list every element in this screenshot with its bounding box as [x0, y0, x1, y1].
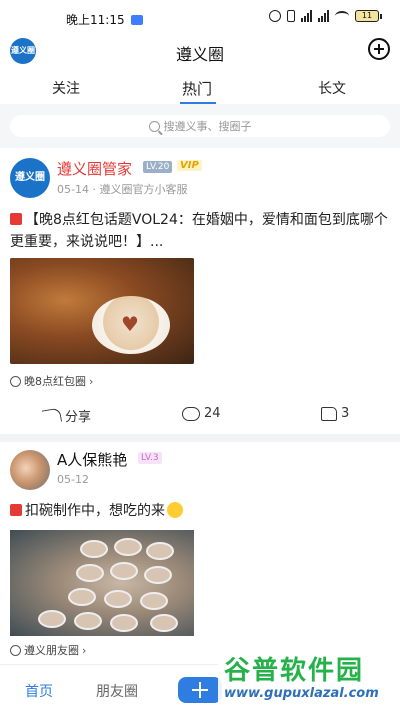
post-text: 【晚8点红包话题VOL24：在婚姻中，爱情和面包到底哪个更重要，来说说吧！】..…: [10, 212, 388, 250]
tab-hot[interactable]: 热门: [182, 78, 212, 99]
search-area: 搜遵义事、搜圈子: [0, 104, 400, 148]
smile-emoji-icon: [167, 502, 183, 518]
search-icon: [148, 120, 160, 132]
avatar[interactable]: [10, 450, 50, 490]
post-content[interactable]: 【晚8点红包话题VOL24：在婚姻中，爱情和面包到底哪个更重要，来说说吧！】..…: [10, 209, 394, 253]
post-content[interactable]: 扣碗制作中，想吃的来: [10, 500, 183, 520]
share-button[interactable]: 分享: [41, 406, 92, 425]
bowl: [110, 562, 138, 580]
signal-icon-2: [318, 10, 329, 22]
chevron-right-icon: ›: [82, 643, 87, 657]
signal-icon: [301, 10, 312, 22]
status-bar: 晚上11:15 11: [0, 0, 400, 36]
share-icon: [41, 407, 63, 424]
share-label: 分享: [65, 410, 92, 425]
circle-tag[interactable]: 晚8点红包圈 ›: [10, 373, 93, 389]
bowl: [144, 566, 172, 584]
circle-tag-label: 晚8点红包圈: [24, 375, 86, 388]
bowl: [38, 610, 66, 628]
bowl: [110, 614, 138, 632]
battery-icon: 11: [355, 10, 382, 22]
like-button[interactable]: 3: [321, 406, 349, 421]
post-image[interactable]: ♥: [10, 258, 194, 364]
publish-button[interactable]: [178, 677, 222, 703]
status-time: 晚上11:15: [66, 13, 125, 27]
watermark-url: www.gupuxlazal.com: [224, 686, 379, 701]
feed-tabs: 关注 热门 长文: [0, 72, 400, 104]
nav-home[interactable]: 首页: [25, 681, 53, 701]
alarm-icon: [269, 10, 281, 22]
nav-friends[interactable]: 朋友圈: [96, 681, 138, 701]
circle-icon: [10, 375, 21, 387]
bowl: [146, 542, 174, 560]
post-text: 扣碗制作中，想吃的来: [25, 503, 165, 519]
status-left: 晚上11:15: [66, 11, 143, 28]
post-card[interactable]: 遵义圈 遵义圈管家 LV.20 VIP 05-14 · 遵义圈官方小客服 【晚8…: [0, 150, 400, 434]
bowl: [80, 540, 108, 558]
post-card[interactable]: A人保熊艳 LV.3 05-12 扣碗制作中，想吃的来 遵义朋友圈 ›: [0, 442, 400, 664]
battery-level: 11: [355, 10, 379, 22]
comment-count: 24: [204, 406, 221, 421]
tab-long[interactable]: 长文: [318, 78, 346, 98]
status-right: 11: [269, 10, 382, 22]
post-image[interactable]: [10, 530, 194, 636]
author-name[interactable]: 遵义圈管家: [57, 158, 132, 179]
circle-tag-label: 遵义朋友圈: [24, 644, 79, 657]
avatar[interactable]: 遵义圈: [10, 158, 50, 198]
circle-icon: [10, 644, 21, 656]
thumbs-up-icon: [321, 406, 337, 421]
bowl: [74, 612, 102, 630]
search-placeholder: 搜遵义事、搜圈子: [163, 120, 252, 133]
bowl: [150, 614, 178, 632]
comment-button[interactable]: 24: [182, 406, 221, 421]
post-meta: 05-14 · 遵义圈官方小客服: [57, 181, 187, 197]
bowl: [68, 588, 96, 606]
watermark-title: 谷普软件园: [224, 656, 365, 686]
tab-follow[interactable]: 关注: [52, 78, 80, 98]
wifi-icon: [335, 11, 349, 21]
author-name[interactable]: A人保熊艳: [57, 449, 127, 470]
bowl: [140, 592, 168, 610]
vibrate-icon: [287, 10, 295, 22]
comment-icon: [182, 406, 200, 421]
page-title: 遵义圈: [175, 45, 224, 64]
bowl: [104, 590, 132, 608]
bowl: [76, 564, 104, 582]
app-header: 遵义圈 遵义圈: [0, 36, 400, 66]
post-date: 05-12: [57, 473, 89, 486]
post-actions: 分享 24 3: [0, 406, 400, 426]
bowl: [114, 538, 142, 556]
add-circle-button[interactable]: [368, 38, 390, 60]
post-divider: [0, 434, 400, 442]
app-notification-icon: [130, 14, 143, 25]
circle-tag[interactable]: 遵义朋友圈 ›: [10, 642, 86, 658]
latte-heart-icon: ♥: [121, 312, 139, 336]
post-date: 05-14: [57, 183, 89, 196]
red-packet-icon: [10, 213, 22, 225]
red-packet-icon: [10, 504, 22, 516]
level-badge: LV.20: [143, 161, 173, 173]
like-count: 3: [341, 406, 350, 421]
vip-badge: VIP: [177, 160, 202, 171]
level-badge: LV.3: [138, 452, 162, 464]
search-input[interactable]: 搜遵义事、搜圈子: [10, 115, 390, 137]
site-watermark: 谷普软件园 www.gupuxlazal.com: [218, 648, 400, 708]
chevron-right-icon: ›: [89, 374, 94, 388]
post-source: 遵义圈官方小客服: [99, 183, 188, 196]
